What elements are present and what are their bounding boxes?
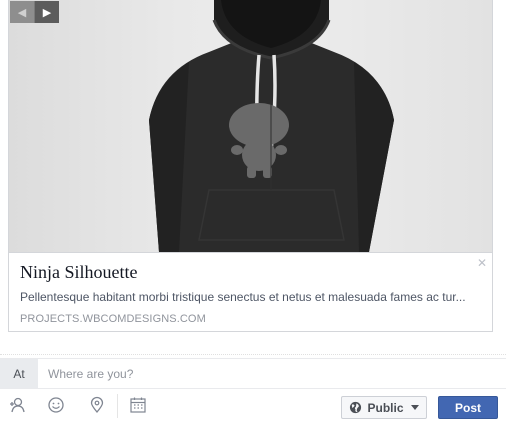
hoodie-image (149, 0, 394, 252)
divider (0, 354, 506, 355)
link-description: Pellentesque habitant morbi tristique se… (20, 290, 466, 304)
link-domain: PROJECTS.WBCOMDESIGNS.COM (20, 313, 206, 325)
carousel-next-button[interactable]: ▶ (35, 1, 59, 23)
toolbar-separator (117, 394, 118, 418)
chevron-left-icon: ◀ (17, 5, 27, 19)
check-in-button[interactable] (82, 388, 112, 422)
post-button[interactable]: Post (438, 396, 498, 419)
link-preview-image[interactable]: ◀ ▶ (9, 0, 492, 253)
location-at-label: At (0, 359, 38, 388)
audience-selector-button[interactable]: Public (341, 396, 427, 419)
globe-icon (350, 401, 362, 414)
location-pin-icon (90, 396, 104, 414)
link-title[interactable]: Ninja Silhouette (20, 262, 137, 283)
feeling-icon (48, 397, 64, 413)
tag-friends-icon (10, 397, 25, 413)
chevron-down-icon (410, 405, 419, 410)
link-preview-card[interactable]: ◀ ▶ ✕ Ninja Silhouette Pellentesque habi… (8, 0, 493, 332)
feeling-button[interactable] (41, 388, 71, 422)
carousel-prev-button[interactable]: ◀ (10, 1, 35, 23)
location-row: At (0, 358, 506, 389)
audience-label: Public (367, 400, 404, 415)
chevron-right-icon: ▶ (42, 5, 52, 19)
schedule-button[interactable] (123, 388, 153, 422)
location-input[interactable] (40, 359, 500, 388)
remove-preview-close-icon[interactable]: ✕ (477, 257, 487, 269)
composer-toolbar: Public Post (0, 388, 506, 422)
calendar-icon (130, 397, 146, 413)
tag-friends-button[interactable] (2, 388, 32, 422)
carousel-controls: ◀ ▶ (10, 1, 59, 23)
